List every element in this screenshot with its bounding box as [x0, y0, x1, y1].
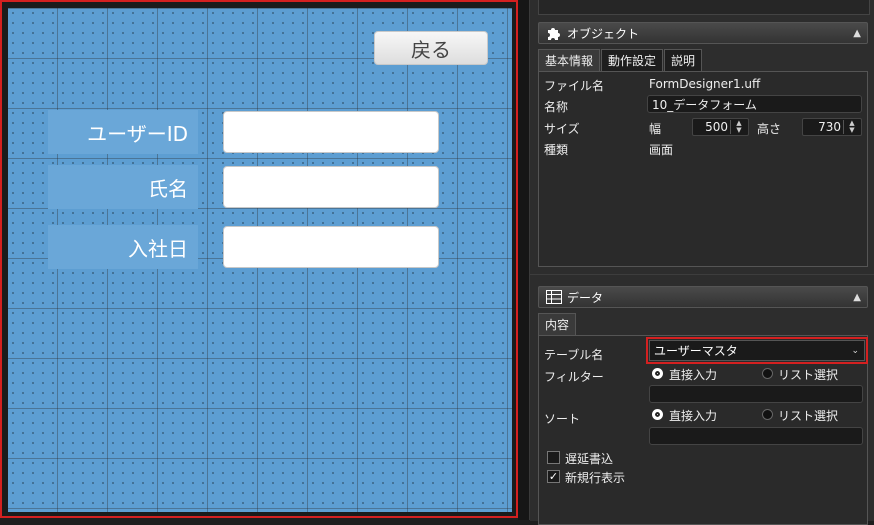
data-panel-header[interactable]: データ ▲	[538, 286, 868, 308]
name-input[interactable]	[223, 166, 439, 208]
name-label[interactable]: 氏名	[48, 165, 198, 209]
filter-label: フィルター	[544, 370, 604, 384]
file-name-label: ファイル名	[544, 79, 605, 93]
tab-behavior[interactable]: 動作設定	[601, 49, 664, 71]
height-spin-icon[interactable]: ▲ ▼	[843, 120, 860, 134]
show-new-row-label: 新規行表示	[565, 471, 626, 485]
data-tabs: 内容	[538, 313, 577, 335]
object-panel-header[interactable]: オブジェクト ▲	[538, 22, 868, 44]
deferred-write-checkbox[interactable]	[547, 451, 560, 464]
sort-direct-radio[interactable]	[652, 409, 663, 420]
type-value: 画面	[649, 143, 674, 157]
sort-direct-label: 直接入力	[669, 409, 718, 423]
deferred-write-label: 遅延書込	[565, 452, 614, 466]
sort-list-radio[interactable]	[762, 409, 773, 420]
sort-label: ソート	[544, 412, 581, 426]
filter-list-label: リスト選択	[778, 368, 839, 382]
table-select-highlight	[646, 337, 868, 364]
object-tabs: 基本情報 動作設定 説明	[538, 49, 703, 71]
tab-content[interactable]: 内容	[538, 313, 577, 335]
table-grid-icon	[545, 288, 563, 306]
panel-top-strip	[538, 0, 870, 15]
type-label: 種類	[544, 143, 569, 157]
data-panel: データ ▲ 内容 テーブル名 ユーザーマスタ ⌄ フィルター 直接入力 リスト選…	[530, 274, 874, 525]
data-panel-title: データ	[567, 290, 604, 305]
panel-splitter[interactable]	[518, 0, 530, 520]
tab-basic-info[interactable]: 基本情報	[538, 49, 601, 71]
sort-list-label: リスト選択	[778, 409, 839, 423]
form-surface[interactable]: 戻る ユーザーID 氏名 入社日	[8, 8, 512, 512]
object-name-input[interactable]: 10_データフォーム	[647, 95, 862, 113]
object-panel-title: オブジェクト	[567, 26, 640, 41]
filter-direct-label: 直接入力	[669, 368, 718, 382]
filter-input[interactable]	[649, 385, 863, 403]
sort-input[interactable]	[649, 427, 863, 445]
hire-date-label[interactable]: 入社日	[48, 225, 198, 269]
table-name-label: テーブル名	[544, 348, 604, 362]
file-name-value: FormDesigner1.uff	[649, 77, 761, 91]
collapse-icon[interactable]: ▲	[853, 292, 861, 303]
design-canvas[interactable]: 戻る ユーザーID 氏名 入社日	[0, 0, 518, 518]
width-value: 500	[705, 120, 728, 134]
back-button[interactable]: 戻る	[374, 31, 488, 65]
height-stepper[interactable]: 730 ▲ ▼	[802, 118, 862, 136]
puzzle-piece-icon	[545, 24, 563, 42]
collapse-icon[interactable]: ▲	[853, 28, 861, 39]
width-label: 幅	[649, 122, 662, 136]
hire-date-input[interactable]	[223, 226, 439, 268]
object-name-label: 名称	[544, 100, 569, 114]
filter-list-radio[interactable]	[762, 368, 773, 379]
show-new-row-checkbox[interactable]: ✓	[547, 470, 560, 483]
tab-description[interactable]: 説明	[664, 49, 703, 71]
size-label: サイズ	[544, 122, 580, 136]
user-id-label[interactable]: ユーザーID	[48, 110, 198, 154]
width-stepper[interactable]: 500 ▲ ▼	[692, 118, 749, 136]
data-panel-body: テーブル名 ユーザーマスタ ⌄ フィルター 直接入力 リスト選択 ソート 直接入…	[538, 335, 868, 525]
object-panel-body: ファイル名 FormDesigner1.uff 名称 10_データフォーム サイ…	[538, 71, 868, 267]
width-spin-icon[interactable]: ▲ ▼	[730, 120, 747, 134]
height-value: 730	[818, 120, 841, 134]
filter-direct-radio[interactable]	[652, 368, 663, 379]
user-id-input[interactable]	[223, 111, 439, 153]
height-label: 高さ	[757, 122, 782, 136]
object-panel: オブジェクト ▲ 基本情報 動作設定 説明 ファイル名 FormDesigner…	[530, 0, 874, 274]
